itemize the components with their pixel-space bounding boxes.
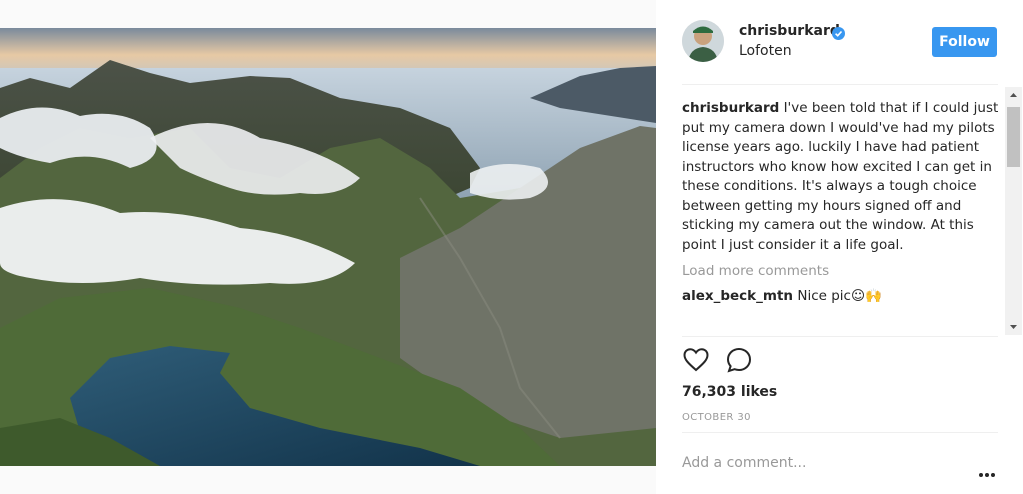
heart-icon[interactable] bbox=[682, 346, 710, 374]
comment-text: Nice pic☺🙌 bbox=[797, 288, 882, 304]
post-date: OCTOBER 30 bbox=[682, 412, 751, 423]
comment-icon[interactable] bbox=[725, 346, 753, 374]
caption-text: I've been told that if I could just put … bbox=[682, 100, 999, 253]
photo-area bbox=[0, 0, 656, 494]
scrollbar-thumb[interactable] bbox=[1007, 107, 1020, 167]
likes-count[interactable]: 76,303 likes bbox=[682, 384, 777, 400]
caption-username[interactable]: chrisburkard bbox=[682, 100, 779, 116]
load-more-comments-button[interactable]: Load more comments bbox=[682, 263, 1002, 279]
comments-scrollbar[interactable] bbox=[1005, 87, 1022, 335]
caption: chrisburkard I've been told that if I co… bbox=[682, 99, 1002, 255]
avatar[interactable] bbox=[682, 20, 724, 62]
comment-divider bbox=[682, 432, 998, 433]
add-comment-input[interactable]: Add a comment... bbox=[682, 455, 806, 471]
more-options-icon[interactable] bbox=[978, 463, 996, 477]
verified-badge-icon bbox=[832, 25, 845, 40]
post-sidebar: chrisburkard Lofoten Follow chrisburkard… bbox=[656, 0, 1023, 494]
comment-username[interactable]: alex_beck_mtn bbox=[682, 288, 793, 304]
post-header: chrisburkard Lofoten Follow bbox=[656, 0, 998, 84]
comment-item: alex_beck_mtn Nice pic☺🙌 bbox=[682, 288, 1002, 304]
post-photo[interactable] bbox=[0, 28, 656, 466]
follow-button[interactable]: Follow bbox=[932, 27, 997, 57]
actions-divider bbox=[682, 336, 998, 337]
scroll-up-arrow-icon[interactable] bbox=[1005, 87, 1022, 104]
header-divider bbox=[682, 84, 998, 85]
comments-list: chrisburkard I've been told that if I co… bbox=[682, 99, 1002, 335]
scroll-down-arrow-icon[interactable] bbox=[1005, 318, 1022, 335]
username-link[interactable]: chrisburkard bbox=[739, 23, 840, 39]
location-link[interactable]: Lofoten bbox=[739, 43, 792, 59]
